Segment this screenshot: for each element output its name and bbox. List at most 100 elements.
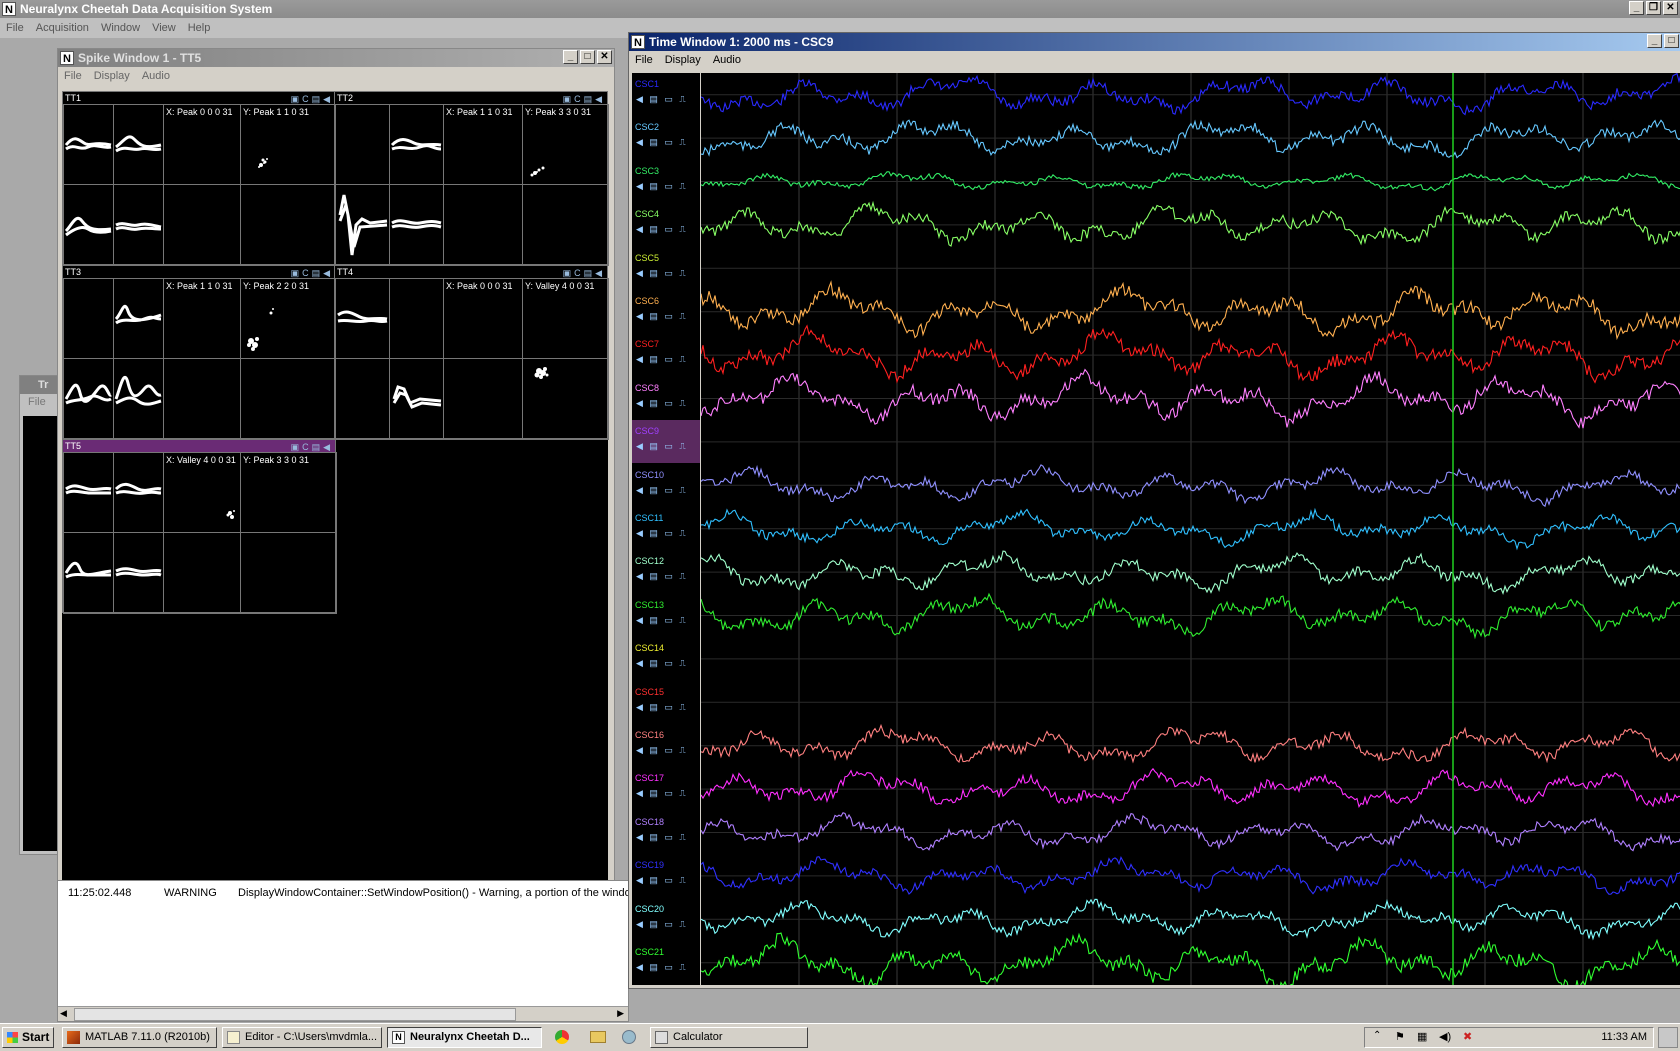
time-minimize-button[interactable]: _ (1647, 34, 1662, 48)
event-log-panel[interactable]: 11:25:02.448 WARNING DisplayWindowContai… (57, 880, 639, 1022)
channel-row[interactable]: CSC18 ◀ ▤ ▭ ⎍ (632, 811, 700, 854)
tetrode-header: TT3 ▣C▤◀ (63, 266, 335, 278)
channel-controls-icon[interactable]: ◀ ▤ ▭ ⎍ (636, 311, 688, 322)
tetrode-panel-tt2[interactable]: TT2 ▣C▤◀ X: Peak 1 1 0 31 Y: Peak 3 3 0 3… (334, 91, 609, 266)
channel-controls-icon[interactable]: ◀ ▤ ▭ ⎍ (636, 571, 688, 582)
network-icon[interactable]: ▦ (1417, 1030, 1427, 1043)
spike-minimize-button[interactable]: _ (563, 50, 578, 64)
tetrode-panel-tt5[interactable]: TT5 ▣C▤◀ X: Valley 4 0 0 31 Y: Peak 3 3 0… (62, 439, 337, 614)
channel-row[interactable]: CSC1 ◀ ▤ ▭ ⎍ (632, 73, 700, 116)
channel-controls-icon[interactable]: ◀ ▤ ▭ ⎍ (636, 919, 688, 930)
background-window[interactable]: Tr File (19, 375, 61, 855)
channel-controls-icon[interactable]: ◀ ▤ ▭ ⎍ (636, 832, 688, 843)
time-window[interactable]: N Time Window 1: 2000 ms - CSC9 _ □ File… (628, 32, 1680, 994)
channel-row[interactable]: CSC17 ◀ ▤ ▭ ⎍ (632, 767, 700, 810)
channel-row[interactable]: CSC9 ◀ ▤ ▭ ⎍ (632, 420, 700, 464)
channel-controls-icon[interactable]: ◀ ▤ ▭ ⎍ (636, 268, 688, 279)
channel-controls-icon[interactable]: ◀ ▤ ▭ ⎍ (636, 962, 688, 973)
clock[interactable]: 11:33 AM (1601, 1031, 1647, 1043)
scroll-left-icon[interactable]: ◀ (60, 1008, 67, 1019)
start-label: Start (22, 1030, 50, 1044)
log-scroll-thumb[interactable] (74, 1008, 516, 1021)
spike-menu-file[interactable]: File (58, 70, 88, 82)
channel-controls-icon[interactable]: ◀ ▤ ▭ ⎍ (636, 875, 688, 886)
chrome-icon[interactable] (555, 1030, 569, 1044)
folder-icon[interactable] (590, 1031, 606, 1043)
menu-help[interactable]: Help (182, 18, 217, 38)
channel-controls-icon[interactable]: ◀ ▤ ▭ ⎍ (636, 137, 688, 148)
channel-row[interactable]: CSC20 ◀ ▤ ▭ ⎍ (632, 898, 700, 941)
tetrode-panel-tt3[interactable]: TT3 ▣C▤◀ X: Peak 1 1 0 31 Y: Peak 2 2 0 3… (62, 265, 337, 440)
channel-controls-icon[interactable]: ◀ ▤ ▭ ⎍ (636, 94, 688, 105)
scatter-cluster-icon (258, 158, 268, 168)
alert-icon[interactable]: ✖ (1463, 1030, 1472, 1043)
time-menu-audio[interactable]: Audio (707, 54, 747, 66)
background-window-menu-file[interactable]: File (20, 394, 60, 410)
spike-close-button[interactable]: ✕ (597, 50, 612, 64)
channel-row[interactable]: CSC19 ◀ ▤ ▭ ⎍ (632, 854, 700, 897)
channel-controls-icon[interactable]: ◀ ▤ ▭ ⎍ (636, 788, 688, 799)
channel-controls-icon[interactable]: ◀ ▤ ▭ ⎍ (636, 354, 688, 365)
channel-row[interactable]: CSC11 ◀ ▤ ▭ ⎍ (632, 507, 700, 550)
channel-row[interactable]: CSC15 ◀ ▤ ▭ ⎍ (632, 681, 700, 724)
channel-row[interactable]: CSC2 ◀ ▤ ▭ ⎍ (632, 116, 700, 159)
channel-row[interactable]: CSC3 ◀ ▤ ▭ ⎍ (632, 160, 700, 203)
channel-controls-icon[interactable]: ◀ ▤ ▭ ⎍ (636, 615, 688, 626)
channel-controls-icon[interactable]: ◀ ▤ ▭ ⎍ (636, 181, 688, 192)
task-matlab[interactable]: MATLAB 7.11.0 (R2010b) (62, 1027, 217, 1048)
channel-row[interactable]: CSC13 ◀ ▤ ▭ ⎍ (632, 594, 700, 637)
app-icon[interactable] (622, 1030, 636, 1044)
scroll-right-icon[interactable]: ▶ (617, 1008, 624, 1019)
channel-controls-icon[interactable]: ◀ ▤ ▭ ⎍ (636, 528, 688, 539)
tetrode-panel-tt4[interactable]: TT4 ▣C▤◀ X: Peak 0 0 0 31 Y: Valley 4 0 0… (334, 265, 609, 440)
channel-controls-icon[interactable]: ◀ ▤ ▭ ⎍ (636, 658, 688, 669)
channel-controls-icon[interactable]: ◀ ▤ ▭ ⎍ (636, 441, 688, 452)
channel-row[interactable]: CSC7 ◀ ▤ ▭ ⎍ (632, 333, 700, 376)
channel-row[interactable]: CSC4 ◀ ▤ ▭ ⎍ (632, 203, 700, 246)
channel-row[interactable]: CSC10 ◀ ▤ ▭ ⎍ (632, 464, 700, 507)
tray-expand-icon[interactable]: ⌃ (1373, 1030, 1381, 1041)
close-button[interactable]: ✕ (1663, 1, 1678, 15)
channel-name: CSC1 (635, 79, 660, 89)
channel-row[interactable]: CSC16 ◀ ▤ ▭ ⎍ (632, 724, 700, 767)
channel-controls-icon[interactable]: ◀ ▤ ▭ ⎍ (636, 745, 688, 756)
show-desktop-button[interactable] (1658, 1027, 1678, 1048)
channel-controls-icon[interactable]: ◀ ▤ ▭ ⎍ (636, 702, 688, 713)
start-button[interactable]: Start (2, 1027, 54, 1048)
spike-window[interactable]: N Spike Window 1 - TT5 _ □ ✕ File Display… (57, 48, 615, 888)
channel-row[interactable]: CSC14 ◀ ▤ ▭ ⎍ (632, 637, 700, 680)
channel-row[interactable]: CSC12 ◀ ▤ ▭ ⎍ (632, 550, 700, 593)
menu-acquisition[interactable]: Acquisition (30, 18, 95, 38)
task-label: MATLAB 7.11.0 (R2010b) (85, 1031, 210, 1043)
channel-row[interactable]: CSC5 ◀ ▤ ▭ ⎍ (632, 247, 700, 290)
channel-row[interactable]: CSC6 ◀ ▤ ▭ ⎍ (632, 290, 700, 333)
channel-name: CSC6 (635, 296, 660, 306)
task-neuralynx[interactable]: N Neuralynx Cheetah D... (387, 1027, 542, 1048)
task-editor[interactable]: Editor - C:\Users\mvdmla... (222, 1027, 382, 1048)
channel-controls-icon[interactable]: ◀ ▤ ▭ ⎍ (636, 485, 688, 496)
volume-icon[interactable]: ◀) (1439, 1030, 1451, 1043)
spike-maximize-button[interactable]: □ (580, 50, 595, 64)
restore-button[interactable]: ❐ (1646, 1, 1661, 15)
channel-row[interactable]: CSC21 ◀ ▤ ▭ ⎍ (632, 941, 700, 984)
app-title-bar: N Neuralynx Cheetah Data Acquisition Sys… (0, 0, 1680, 18)
channel-row[interactable]: CSC8 ◀ ▤ ▭ ⎍ (632, 377, 700, 420)
menu-view[interactable]: View (146, 18, 182, 38)
waveform-cell (389, 278, 444, 359)
spike-menu-audio[interactable]: Audio (136, 70, 176, 82)
minimize-button[interactable]: _ (1629, 1, 1644, 15)
neuralynx-logo-icon: N (2, 2, 16, 16)
channel-controls-icon[interactable]: ◀ ▤ ▭ ⎍ (636, 224, 688, 235)
spike-menu-display[interactable]: Display (88, 70, 136, 82)
flag-icon[interactable]: ⚑ (1395, 1030, 1405, 1043)
tetrode-panel-tt1[interactable]: TT1 ▣C▤◀ X: Peak 0 0 0 31 Y: Peak 1 1 0 3… (62, 91, 337, 266)
time-menu-display[interactable]: Display (659, 54, 707, 66)
time-maximize-button[interactable]: □ (1664, 34, 1679, 48)
time-menu-file[interactable]: File (629, 54, 659, 66)
channel-name: CSC10 (635, 469, 665, 480)
menu-window[interactable]: Window (95, 18, 146, 38)
channel-controls-icon[interactable]: ◀ ▤ ▭ ⎍ (636, 398, 688, 409)
menu-file[interactable]: File (0, 18, 30, 38)
log-horizontal-scrollbar[interactable]: ◀ ▶ (58, 1006, 628, 1021)
task-calculator[interactable]: Calculator (650, 1027, 808, 1048)
